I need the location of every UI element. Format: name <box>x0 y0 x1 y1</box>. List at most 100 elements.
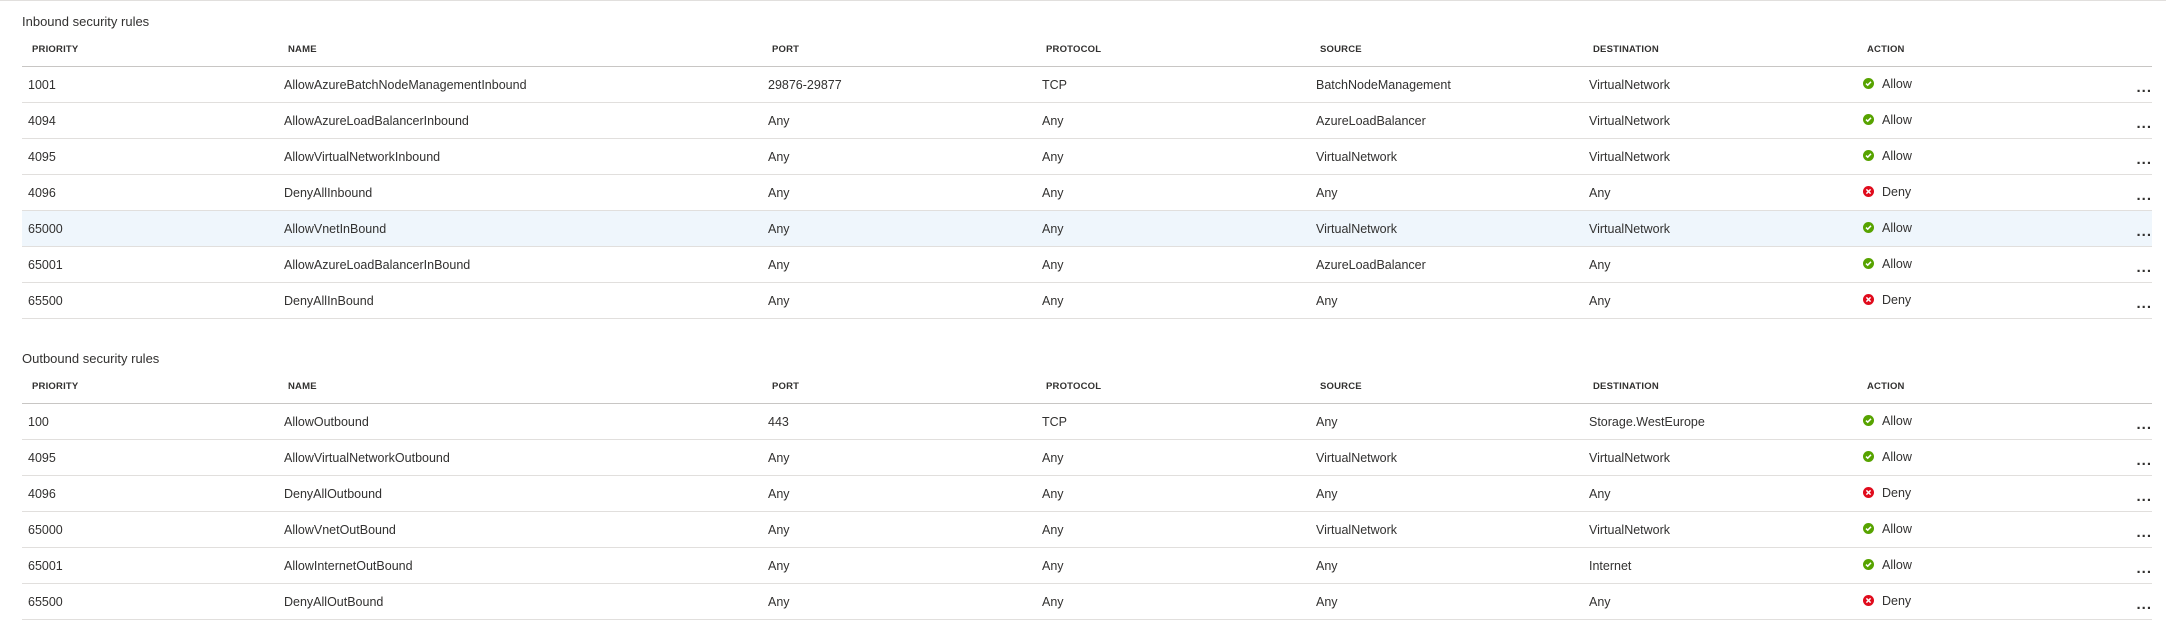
more-ellipsis-icon[interactable]: ... <box>2136 260 2152 275</box>
rule-more-cell: ... <box>2057 138 2152 175</box>
rows-body: 1001 AllowAzureBatchNodeManagementInbound… <box>22 66 2152 319</box>
more-ellipsis-icon[interactable]: ... <box>2136 417 2152 432</box>
rule-priority: 65001 <box>22 246 278 283</box>
outbound-section: Outbound security rules PRIORITY NAME PORT… <box>22 348 2152 620</box>
rule-destination: Any <box>1583 246 1857 283</box>
rule-row[interactable]: 65500 DenyAllOutBound Any Any Any Any Deny... <box>22 583 2152 620</box>
rule-action: Allow <box>1863 77 1912 91</box>
rule-protocol: Any <box>1036 246 1310 283</box>
rule-action-cell: Allow <box>1857 210 2057 247</box>
rule-action: Deny <box>1863 594 1911 608</box>
rule-row[interactable]: 65001 AllowAzureLoadBalancerInBound Any Any… <box>22 246 2152 283</box>
rule-priority: 65000 <box>22 511 278 548</box>
rule-destination: VirtualNetwork <box>1583 138 1857 175</box>
rule-row[interactable]: 65001 AllowInternetOutBound Any Any Any Inter… <box>22 547 2152 584</box>
rule-port: Any <box>762 511 1036 548</box>
column-header-name[interactable]: NAME <box>278 33 762 67</box>
rule-row[interactable]: 4095 AllowVirtualNetworkInbound Any Any Virt… <box>22 138 2152 175</box>
rule-port: Any <box>762 547 1036 584</box>
rule-protocol: Any <box>1036 282 1310 319</box>
column-header-priority[interactable]: PRIORITY <box>22 370 278 404</box>
rule-action: Allow <box>1863 450 1912 464</box>
rule-action-label: Deny <box>1882 184 1912 199</box>
rule-name: DenyAllInbound <box>278 174 762 211</box>
rule-name: DenyAllInBound <box>278 282 762 319</box>
column-header-name[interactable]: NAME <box>278 370 762 404</box>
column-header-action[interactable]: ACTION <box>1857 33 2057 67</box>
column-header-protocol[interactable]: PROTOCOL <box>1036 33 1310 67</box>
rule-source: Any <box>1310 475 1583 512</box>
rule-name: AllowAzureLoadBalancerInBound <box>278 246 762 283</box>
more-ellipsis-icon[interactable]: ... <box>2136 80 2152 95</box>
rule-source: AzureLoadBalancer <box>1310 246 1583 283</box>
rows-body: 100 AllowOutbound 443 TCP Any Storage.WestEur… <box>22 403 2152 620</box>
rule-name: DenyAllOutBound <box>278 583 762 620</box>
check-circle-icon <box>1863 78 1874 90</box>
rule-action-label: Allow <box>1882 148 1912 163</box>
more-ellipsis-icon[interactable]: ... <box>2136 152 2152 167</box>
rule-action-cell: Deny <box>1857 174 2057 211</box>
rule-more-cell: ... <box>2057 583 2152 620</box>
rule-protocol: Any <box>1036 102 1310 139</box>
more-ellipsis-icon[interactable]: ... <box>2136 116 2152 131</box>
rule-priority: 1001 <box>22 66 278 103</box>
column-header-port[interactable]: PORT <box>762 370 1036 404</box>
rule-priority: 4094 <box>22 102 278 139</box>
check-circle-icon <box>1863 451 1874 463</box>
rule-row[interactable]: 65000 AllowVnetOutBound Any Any VirtualNetwo… <box>22 511 2152 548</box>
inbound-section: Inbound security rules PRIORITY NAME PORT P… <box>22 11 2152 319</box>
rule-action-label: Allow <box>1882 413 1912 428</box>
rule-protocol: TCP <box>1036 403 1310 440</box>
more-ellipsis-icon[interactable]: ... <box>2136 561 2152 576</box>
rule-action: Allow <box>1863 113 1912 127</box>
rule-priority: 65001 <box>22 547 278 584</box>
rule-row[interactable]: 1001 AllowAzureBatchNodeManagementInbound… <box>22 66 2152 103</box>
rule-destination: Any <box>1583 282 1857 319</box>
rule-row[interactable]: 4096 DenyAllOutbound Any Any Any Any Deny... <box>22 475 2152 512</box>
outbound-rules-table: PRIORITY NAME PORT PROTOCOL SOURCE DESTINATIO… <box>22 370 2152 620</box>
rule-row[interactable]: 4095 AllowVirtualNetworkOutbound Any Any Vir… <box>22 439 2152 476</box>
rule-more-cell: ... <box>2057 246 2152 283</box>
rule-row[interactable]: 65000 AllowVnetInBound Any Any VirtualNetwor… <box>22 210 2152 247</box>
rule-action: Allow <box>1863 221 1912 235</box>
x-circle-icon <box>1863 595 1874 607</box>
rule-protocol: Any <box>1036 210 1310 247</box>
rule-source: BatchNodeManagement <box>1310 66 1583 103</box>
column-header-source[interactable]: SOURCE <box>1310 33 1583 67</box>
rule-protocol: Any <box>1036 439 1310 476</box>
rule-priority: 4095 <box>22 439 278 476</box>
rule-priority: 4095 <box>22 138 278 175</box>
more-ellipsis-icon[interactable]: ... <box>2136 453 2152 468</box>
check-circle-icon <box>1863 523 1874 535</box>
rule-priority: 65500 <box>22 583 278 620</box>
rule-action-label: Allow <box>1882 449 1912 464</box>
rule-action-cell: Allow <box>1857 547 2057 584</box>
rule-row[interactable]: 65500 DenyAllInBound Any Any Any Any Deny... <box>22 282 2152 319</box>
column-header-action[interactable]: ACTION <box>1857 370 2057 404</box>
rule-row[interactable]: 100 AllowOutbound 443 TCP Any Storage.WestEur… <box>22 403 2152 440</box>
more-ellipsis-icon[interactable]: ... <box>2136 489 2152 504</box>
rule-name: DenyAllOutbound <box>278 475 762 512</box>
rule-action-label: Allow <box>1882 521 1912 536</box>
more-ellipsis-icon[interactable]: ... <box>2136 525 2152 540</box>
more-ellipsis-icon[interactable]: ... <box>2136 188 2152 203</box>
more-ellipsis-icon[interactable]: ... <box>2136 597 2152 612</box>
column-header-port[interactable]: PORT <box>762 33 1036 67</box>
rule-row[interactable]: 4094 AllowAzureLoadBalancerInbound Any Any A… <box>22 102 2152 139</box>
column-header-actions <box>2057 33 2152 67</box>
rule-row[interactable]: 4096 DenyAllInbound Any Any Any Any Deny... <box>22 174 2152 211</box>
rule-source: Any <box>1310 282 1583 319</box>
more-ellipsis-icon[interactable]: ... <box>2136 224 2152 239</box>
column-header-protocol[interactable]: PROTOCOL <box>1036 370 1310 404</box>
column-header-destination[interactable]: DESTINATION <box>1583 33 1857 67</box>
column-header-source[interactable]: SOURCE <box>1310 370 1583 404</box>
column-header-destination[interactable]: DESTINATION <box>1583 370 1857 404</box>
rule-action: Deny <box>1863 185 1911 199</box>
rule-action-label: Allow <box>1882 76 1912 91</box>
rule-port: Any <box>762 475 1036 512</box>
rule-name: AllowInternetOutBound <box>278 547 762 584</box>
column-header-priority[interactable]: PRIORITY <box>22 33 278 67</box>
rule-destination: Any <box>1583 475 1857 512</box>
rule-destination: VirtualNetwork <box>1583 102 1857 139</box>
more-ellipsis-icon[interactable]: ... <box>2136 296 2152 311</box>
